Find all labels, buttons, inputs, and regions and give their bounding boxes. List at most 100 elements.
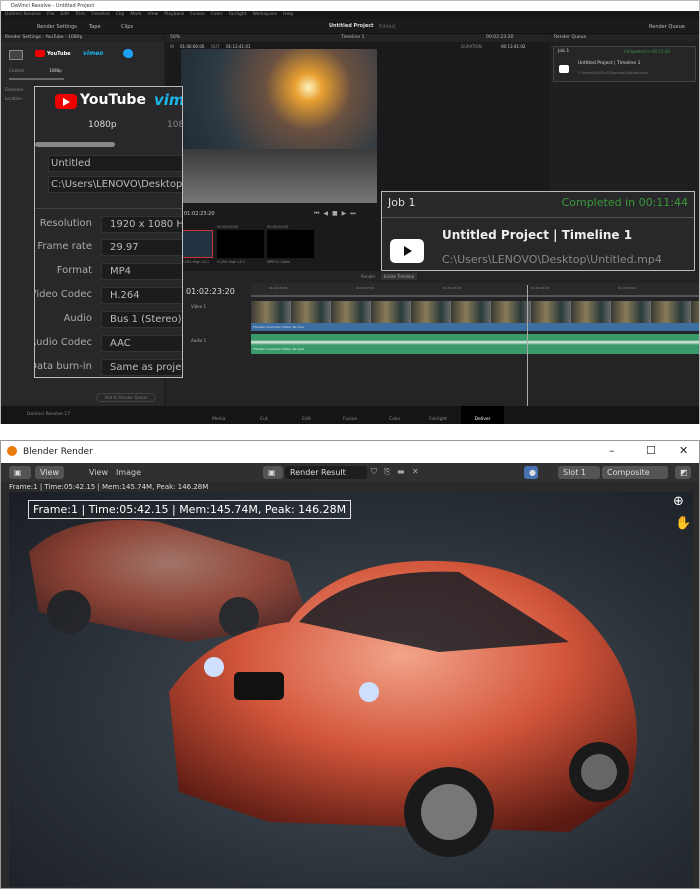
job-status: Completed in 00:11:44 (561, 196, 688, 209)
audio-dropdown[interactable]: Bus 1 (Stereo) (101, 311, 182, 328)
render-range-dropdown[interactable]: Entire Timeline (381, 273, 418, 280)
view-menu[interactable]: View (89, 468, 108, 477)
car-render (29, 520, 637, 857)
window-title: Blender Render (23, 447, 93, 457)
timeline-ruler[interactable]: 01:02:05:00 01:02:07:00 01:02:15:00 01:0… (251, 283, 699, 297)
page-media[interactable]: Media (212, 417, 226, 422)
page-edit[interactable]: Edit (302, 417, 311, 422)
youtube-preset[interactable]: YouTube (80, 92, 146, 108)
page-fairlight[interactable]: Fairlight (429, 417, 447, 422)
menu-item[interactable]: File (47, 12, 55, 17)
format-label: Format (56, 265, 92, 276)
page-color[interactable]: Color (389, 417, 401, 422)
image-menu[interactable]: Image (116, 468, 141, 477)
slot-dropdown[interactable]: Slot 1 (558, 466, 600, 479)
clip-thumbnail[interactable] (217, 230, 264, 258)
format-dropdown[interactable]: MP4 (101, 263, 182, 280)
editor-type-dropdown[interactable]: ▣ (9, 466, 31, 479)
minimize-button[interactable]: – (609, 444, 615, 457)
preset-label: 1080p (88, 120, 117, 130)
youtube-preset-icon[interactable] (35, 50, 45, 57)
new-image-icon[interactable]: ⎘ (384, 467, 390, 477)
page-deliver[interactable]: Deliver (461, 406, 504, 424)
unlink-icon[interactable]: ✕ (412, 467, 419, 476)
video-codec-label: Video Codec (34, 289, 92, 300)
view-mode-dropdown[interactable]: View (35, 466, 64, 479)
menu-item[interactable]: DaVinci Resolve (5, 12, 41, 17)
blender-logo-icon (7, 446, 17, 456)
image-browse-icon[interactable]: ▣ (263, 466, 283, 479)
frame-rate-label: Frame rate (37, 241, 92, 252)
render-job-callout: Job 1 Completed in 00:11:44 Untitled Pro… (381, 191, 695, 271)
add-to-render-queue-button[interactable]: Add to Render Queue (96, 393, 156, 402)
job-project: Untitled Project | Timeline 1 (442, 228, 633, 242)
video-clip[interactable]: Titanfall Cinematic Trailer 4K.mp4 (251, 323, 699, 331)
menu-item[interactable]: View (148, 12, 159, 17)
timecode: 00:02:23:20 (486, 35, 514, 40)
display-channels-icon[interactable]: ● (524, 466, 538, 479)
youtube-preset[interactable]: YouTube (47, 51, 71, 57)
project-title: Untitled Project (329, 23, 374, 29)
overlay-dropdown[interactable]: ◩ (675, 466, 691, 479)
video-clip-thumbnails[interactable] (251, 301, 699, 323)
preset-scrollbar[interactable] (9, 78, 64, 80)
pass-dropdown[interactable]: Composite (602, 466, 668, 479)
audio-codec-label: Audio Codec (34, 337, 92, 348)
data-burn-in-dropdown[interactable]: Same as project (101, 359, 182, 376)
divider (382, 217, 694, 218)
render-settings-header: Render Settings - YouTube - 1080p (1, 34, 164, 42)
fake-user-icon[interactable]: ⛉ (371, 467, 377, 477)
divider (35, 208, 182, 209)
audio-track-label: Audio 1 (191, 338, 207, 343)
vimeo-preset[interactable]: vimeo (83, 50, 103, 57)
menu-item[interactable]: Workspace (252, 12, 277, 17)
page-fusion[interactable]: Fusion (343, 417, 357, 422)
menu-item[interactable]: Timeline (91, 12, 110, 17)
close-button[interactable]: ✕ (679, 444, 688, 457)
menu-item[interactable]: Edit (60, 12, 69, 17)
render-queue-button[interactable]: Render Queue (649, 24, 685, 30)
transport-controls[interactable]: ⏮◀■▶⏭ (314, 210, 360, 218)
audio-clip[interactable]: Titanfall Cinematic Trailer 4K.mp4 (251, 334, 699, 354)
frame-rate-dropdown[interactable]: 29.97 (101, 239, 182, 256)
playhead[interactable] (527, 285, 528, 406)
preset-label: 1080p (49, 68, 62, 73)
pan-hand-icon[interactable]: ✋ (675, 516, 691, 531)
clip-thumbnail[interactable] (267, 230, 314, 258)
menu-item[interactable]: Fusion (190, 12, 204, 17)
clips-button[interactable]: Clips (121, 24, 133, 30)
zoom-icon[interactable]: ⊕ (673, 494, 684, 509)
tape-button[interactable]: Tape (89, 24, 101, 30)
vimeo-logo[interactable]: vim (154, 91, 182, 109)
filename-input[interactable]: Untitled (48, 155, 182, 172)
timeline-dropdown[interactable]: Timeline 1 (341, 35, 364, 40)
resolution-dropdown[interactable]: 1920 x 1080 HD (101, 216, 182, 233)
menu-item[interactable]: Mark (130, 12, 141, 17)
menu-item[interactable]: Help (283, 12, 293, 17)
ruler-tick: 01:02:07:00 (356, 286, 375, 290)
menu-item[interactable]: Clip (116, 12, 125, 17)
custom-preset-icon[interactable] (9, 50, 23, 60)
menu-item[interactable]: Trim (75, 12, 85, 17)
job-label: Job 1 (388, 196, 416, 209)
davinci-resolve-window: DaVinci Resolve - Untitled Project DaVin… (0, 0, 700, 424)
video-preview (181, 49, 377, 203)
location-input[interactable]: C:\Users\LENOVO\Desktop (48, 176, 182, 193)
twitter-preset-icon[interactable] (123, 49, 133, 58)
clip-thumbnail[interactable] (181, 230, 213, 258)
preset-scrollbar[interactable] (35, 142, 115, 147)
image-name-field[interactable]: Render Result (285, 466, 367, 479)
video-codec-dropdown[interactable]: H.264 (101, 287, 182, 304)
open-image-icon[interactable]: ▬ (397, 467, 405, 476)
zoom-dropdown[interactable]: 50% (170, 35, 180, 40)
video-track-label: Video 1 (191, 304, 207, 309)
page-cut[interactable]: Cut (260, 417, 268, 422)
render-job-card[interactable]: Job 1 Completed in 00:11:44 Untitled Pro… (553, 46, 696, 82)
menu-item[interactable]: Playback (164, 12, 184, 17)
render-result-image: Frame:1 | Time:05:42.15 | Mem:145.74M, P… (9, 492, 693, 887)
audio-codec-dropdown[interactable]: AAC (101, 335, 182, 352)
maximize-button[interactable]: ☐ (646, 444, 656, 457)
render-settings-button[interactable]: Render Settings (37, 24, 77, 30)
menu-item[interactable]: Fairlight (228, 12, 246, 17)
menu-item[interactable]: Color (211, 12, 223, 17)
